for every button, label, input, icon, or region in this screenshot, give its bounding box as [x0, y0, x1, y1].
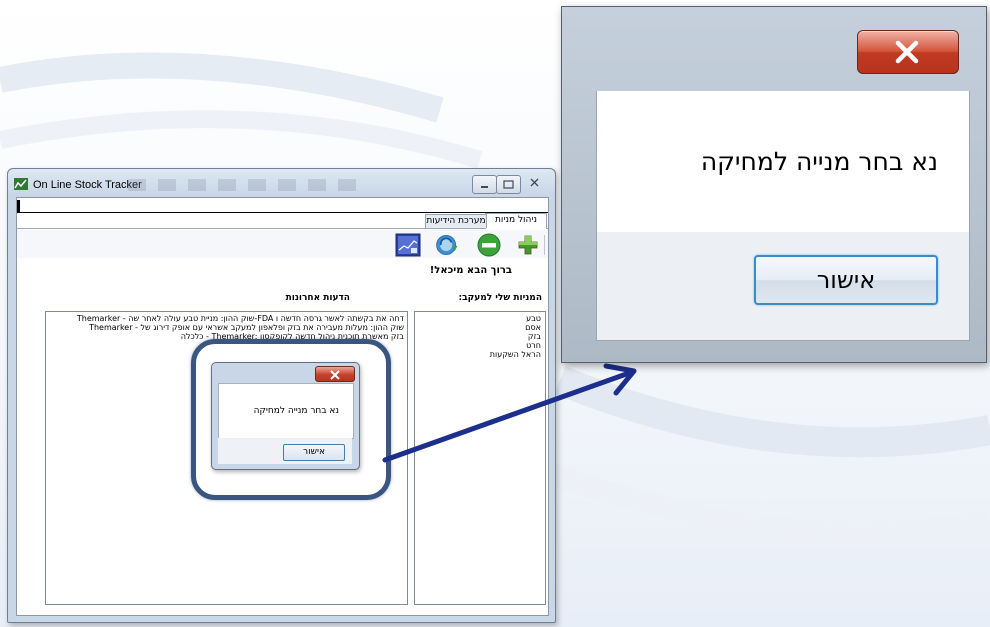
remove-icon[interactable] — [476, 232, 502, 258]
blurred-title-region — [128, 179, 368, 191]
dialog-body: נא בחר מנייה למחיקה — [596, 91, 970, 232]
list-item[interactable]: הראל השקעות — [490, 350, 541, 359]
window-title: On Line Stock Tracker — [33, 179, 142, 191]
toolbar — [17, 230, 548, 258]
close-icon — [530, 178, 539, 187]
tab-news-system[interactable]: מערכת הידיעות — [425, 214, 487, 228]
welcome-text: ברוך הבא מיכאל! — [429, 265, 512, 276]
tab-strip: ניהול מניות מערכת הידיעות — [17, 212, 548, 229]
dialog-message: נא בחר מנייה למחיקה — [700, 147, 938, 176]
tab-manage-stocks[interactable]: ניהול מניות — [485, 213, 547, 229]
add-icon[interactable] — [515, 232, 541, 258]
chart-icon[interactable] — [395, 232, 421, 258]
refresh-icon[interactable] — [434, 232, 460, 258]
ok-button[interactable]: אישור — [754, 255, 938, 305]
title-bar[interactable]: On Line Stock Tracker — [8, 169, 555, 197]
pointer-arrow — [382, 363, 637, 463]
menu-strip — [17, 198, 548, 213]
minimize-button[interactable] — [472, 175, 497, 194]
close-icon — [895, 40, 919, 64]
maximize-icon — [503, 180, 514, 189]
news-item[interactable]: Themarker - שוק ההון: מעלות מעבירה את בז… — [89, 323, 404, 332]
list-item[interactable]: חרט — [526, 341, 541, 350]
list-item[interactable]: בזק — [528, 332, 541, 341]
list-item[interactable]: אסם — [525, 323, 541, 332]
toolbar-separator — [544, 235, 545, 255]
list-item[interactable]: טבע — [526, 314, 541, 323]
app-icon — [14, 178, 28, 190]
dialog-footer: אישור — [596, 232, 970, 341]
dialog-close-button[interactable] — [857, 30, 959, 74]
message-dialog-zoomed: נא בחר מנייה למחיקה אישור — [561, 6, 987, 363]
my-stocks-label: המניות שלי למעקב: — [458, 293, 542, 303]
recent-news-label: הדעות אחרונות — [285, 293, 350, 303]
highlight-frame — [191, 339, 391, 500]
minimize-icon — [481, 186, 488, 188]
news-item[interactable]: Themarker - שוק ההון: מניית טבע עולה לאח… — [77, 314, 404, 323]
maximize-button[interactable] — [496, 175, 521, 194]
close-button[interactable] — [521, 175, 549, 192]
